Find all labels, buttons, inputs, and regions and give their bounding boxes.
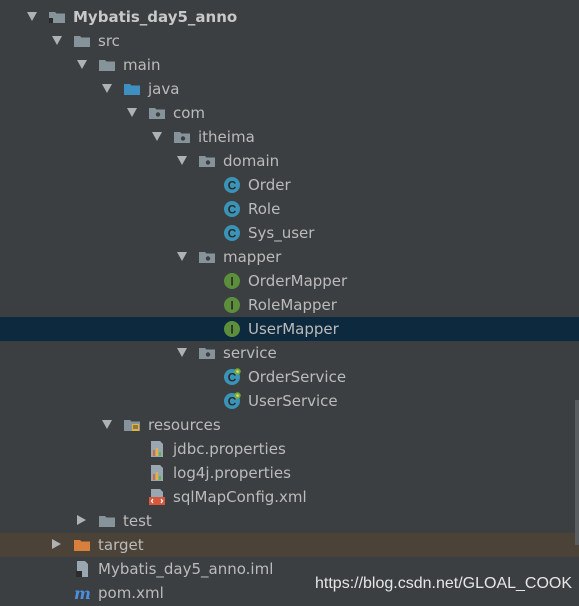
class-icon: C [223,200,241,218]
tree-item-label: java [148,80,180,98]
tree-item-label: sqlMapConfig.xml [173,488,307,506]
tree-item-role[interactable]: C Role [0,197,579,221]
spring-class-icon: C [223,392,241,410]
maven-icon: m [73,584,91,603]
properties-file-icon [148,464,166,482]
watermark-text: https://blog.csdn.net/GLOAL_COOK [315,575,573,592]
project-tree[interactable]: Mybatis_day5_annosrc main java com itheima do… [0,0,579,604]
tree-item-label: resources [148,416,221,434]
tree-item-com[interactable]: com [0,101,579,125]
svg-text:C: C [228,227,237,241]
chevron-down-icon[interactable] [177,348,187,357]
chevron-down-icon[interactable] [127,108,137,117]
svg-text:I: I [230,323,233,337]
tree-item-test[interactable]: test [0,509,579,533]
tree-item-order[interactable]: C Order [0,173,579,197]
chevron-down-icon[interactable] [102,84,112,93]
folder-icon [73,32,91,50]
tree-item-label: Mybatis_day5_anno [73,8,238,26]
class-icon: C [223,224,241,242]
tree-item-orderservice[interactable]: C OrderService [0,365,579,389]
tree-item-label: target [98,536,144,554]
tree-item-label: OrderMapper [248,272,348,290]
tree-item-service[interactable]: service [0,341,579,365]
tree-item-ordermapper[interactable]: I OrderMapper [0,269,579,293]
tree-item-sys-user[interactable]: C Sys_user [0,221,579,245]
package-icon [198,248,216,266]
chevron-down-icon[interactable] [102,420,112,429]
svg-text:I: I [230,299,233,313]
tree-item-label: domain [223,152,280,170]
tree-item-resources[interactable]: resources [0,413,579,437]
tree-item-java[interactable]: java [0,77,579,101]
tree-item-label: UserService [248,392,338,410]
folder-icon [98,512,116,530]
module-folder-icon [48,8,66,26]
xml-file-icon [148,488,166,506]
chevron-down-icon[interactable] [177,252,187,261]
chevron-down-icon[interactable] [77,60,87,69]
tree-item-label: pom.xml [98,584,164,602]
tree-item-label: UserMapper [248,320,339,338]
svg-text:C: C [228,179,237,193]
package-icon [173,128,191,146]
iml-file-icon [73,560,91,578]
tree-item-label: itheima [198,128,255,146]
tree-item-itheima[interactable]: itheima [0,125,579,149]
tree-item-rolemapper[interactable]: I RoleMapper [0,293,579,317]
tree-item-label: OrderService [248,368,347,386]
tree-item-mybatis-day5-anno[interactable]: Mybatis_day5_anno [0,5,579,29]
tree-item-userservice[interactable]: C UserService [0,389,579,413]
svg-text:I: I [230,275,233,289]
tree-item-sqlmapconfig-xml[interactable]: sqlMapConfig.xml [0,485,579,509]
tree-item-label: src [98,32,120,50]
folder-icon [98,56,116,74]
spring-class-icon: C [223,368,241,386]
chevron-down-icon[interactable] [52,36,62,45]
chevron-down-icon[interactable] [177,156,187,165]
chevron-down-icon[interactable] [152,132,162,141]
tree-item-label: Role [248,200,281,218]
properties-file-icon [148,440,166,458]
package-icon [148,104,166,122]
resources-folder-icon [123,416,141,434]
tree-item-label: RoleMapper [248,296,337,314]
tree-item-label: mapper [223,248,282,266]
excluded-folder-icon [73,536,91,554]
tree-item-jdbc-properties[interactable]: jdbc.properties [0,437,579,461]
tree-item-log4j-properties[interactable]: log4j.properties [0,461,579,485]
chevron-right-icon[interactable] [77,515,86,525]
chevron-right-icon[interactable] [52,539,61,549]
tree-item-label: com [173,104,206,122]
tree-item-label: jdbc.properties [173,440,286,458]
tree-item-label: Order [248,176,291,194]
tree-item-main[interactable]: main [0,53,579,77]
chevron-down-icon[interactable] [27,12,37,21]
interface-icon: I [223,320,241,338]
class-icon: C [223,176,241,194]
vertical-scrollbar[interactable] [575,400,579,545]
source-folder-icon [123,80,141,98]
tree-item-mapper[interactable]: mapper [0,245,579,269]
svg-text:m: m [74,584,91,602]
tree-item-domain[interactable]: domain [0,149,579,173]
tree-item-label: service [223,344,277,362]
interface-icon: I [223,272,241,290]
tree-item-target[interactable]: target [0,533,579,557]
tree-item-usermapper[interactable]: I UserMapper [0,317,579,341]
package-icon [198,152,216,170]
tree-item-label: Sys_user [248,224,315,242]
tree-item-label: test [123,512,152,530]
tree-item-label: main [123,56,161,74]
tree-item-src[interactable]: src [0,29,579,53]
tree-item-label: log4j.properties [173,464,291,482]
tree-item-label: Mybatis_day5_anno.iml [98,560,274,578]
svg-text:C: C [228,203,237,217]
interface-icon: I [223,296,241,314]
package-icon [198,344,216,362]
